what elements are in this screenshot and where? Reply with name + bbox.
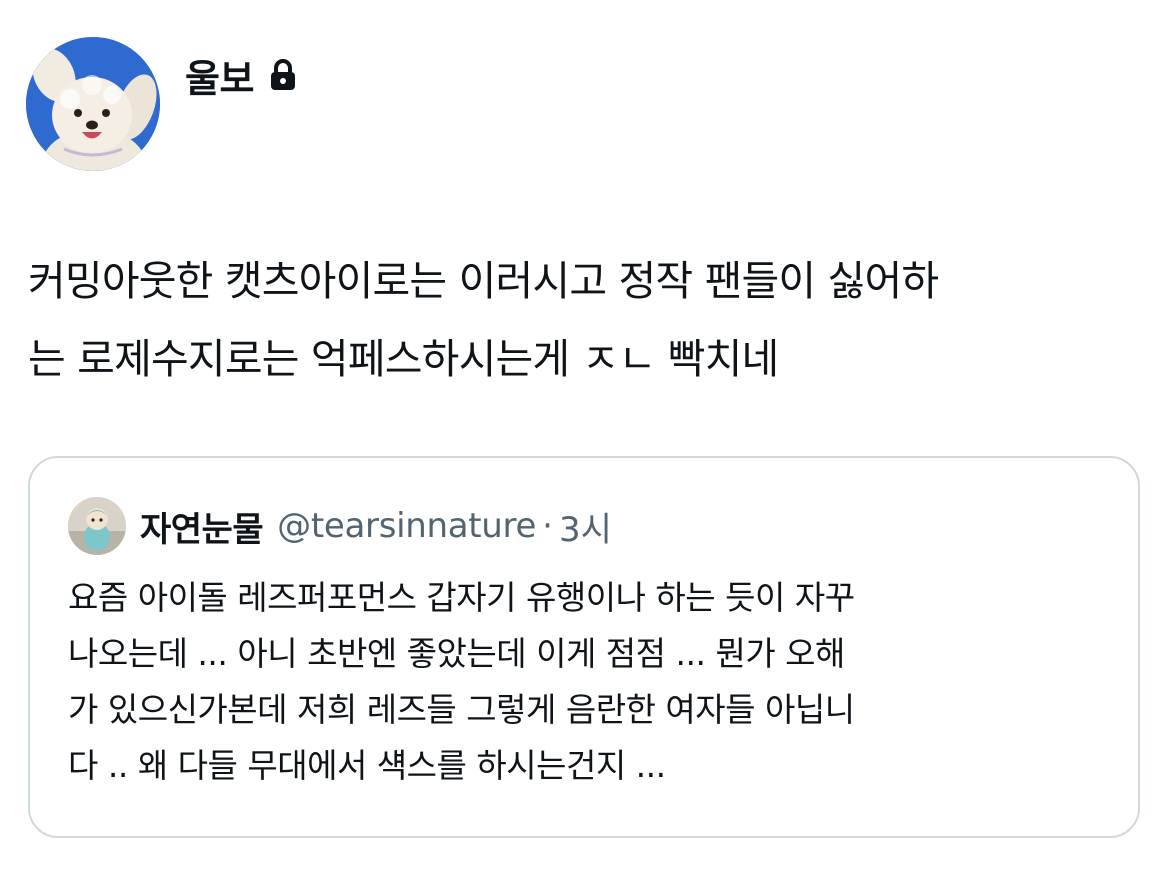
quoted-author-avatar[interactable] — [68, 497, 126, 555]
quoted-text-line: 나오는데 ... 아니 초반엔 좋았는데 이게 점점 ... 뭔가 오해 — [68, 634, 845, 673]
fluffy-white-dog-avatar — [26, 37, 160, 171]
tweet: 울보 커밍아웃한 캣츠아이로는 이러시고 정작 팬들이 싫어하는 로제수지로는 … — [0, 0, 1170, 896]
quoted-author-name[interactable]: 자연눈물 — [140, 502, 264, 551]
lock-icon — [268, 58, 298, 92]
author-name[interactable]: 울보 — [185, 48, 254, 103]
quoted-text-line: 가 있으신가본데 저희 레즈들 그렇게 음란한 여자들 아닙니 — [68, 690, 855, 729]
tweet-text-line: 커밍아웃한 캣츠아이로는 이러시고 정작 팬들이 싫어하 — [28, 257, 939, 305]
quoted-header-separator: · — [542, 506, 553, 546]
quoted-tweet-header: 자연눈물 @tearsinnature · 3시 — [68, 496, 612, 556]
tweet-text-line: 는 로제수지로는 억페스하시는게 ㅈㄴ 빡치네 — [28, 335, 779, 383]
plush-doll-avatar — [68, 497, 126, 555]
quoted-tweet-card[interactable]: 자연눈물 @tearsinnature · 3시 요즘 아이돌 레즈퍼포먼스 갑… — [28, 456, 1140, 838]
tweet-text: 커밍아웃한 캣츠아이로는 이러시고 정작 팬들이 싫어하는 로제수지로는 억페스… — [28, 242, 1148, 398]
quoted-timestamp[interactable]: 3시 — [559, 502, 612, 551]
quoted-tweet-text: 요즘 아이돌 레즈퍼포먼스 갑자기 유행이나 하는 듯이 자꾸나오는데 ... … — [68, 570, 1108, 794]
quoted-text-line: 요즘 아이돌 레즈퍼포먼스 갑자기 유행이나 하는 듯이 자꾸 — [68, 578, 855, 617]
quoted-text-line: 다 .. 왜 다들 무대에서 섁스를 하시는건지 ... — [68, 746, 666, 785]
author-header: 울보 — [185, 48, 298, 103]
author-avatar[interactable] — [26, 37, 160, 171]
quoted-author-handle[interactable]: @tearsinnature — [277, 506, 536, 546]
